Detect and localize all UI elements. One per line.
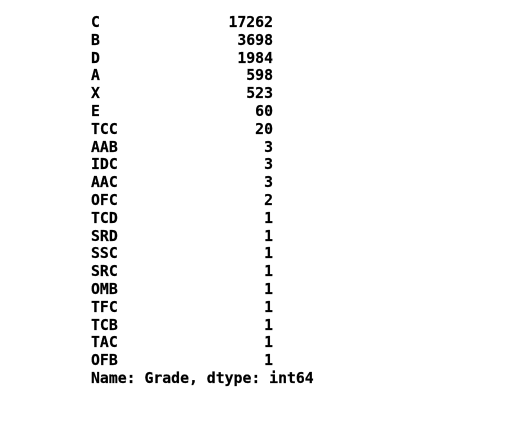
row-count-value: 1	[264, 209, 273, 227]
series-row: A 598	[91, 67, 273, 85]
row-count-value: 3	[264, 174, 273, 192]
series-row: OFC 2	[91, 192, 273, 210]
series-row: TCB 1	[91, 316, 273, 335]
row-count-value: 1	[264, 298, 273, 316]
series-footer: Name: Grade, dtype: int64	[91, 369, 314, 387]
series-row: TCD 1	[91, 210, 273, 228]
row-count-value: 1	[264, 352, 273, 370]
row-count-value: 1	[264, 280, 273, 298]
row-count-value: 3	[264, 156, 273, 174]
series-row: AAB 3	[91, 138, 273, 157]
series-row: B 3698	[91, 32, 273, 50]
series-row: X 523	[91, 85, 273, 103]
series-row: E 60	[91, 103, 273, 121]
series-row: TAC 1	[91, 334, 273, 352]
row-count-value: 3	[264, 138, 273, 156]
series-rows: C 17262 B 3698 D 1984 A 598 X 523 E 60 TCC 20 AAB 3 IDC 3…	[91, 14, 273, 370]
series-row: D 1984	[91, 49, 273, 68]
row-count-value: 523	[246, 85, 273, 103]
row-count-value: 3698	[237, 31, 273, 49]
series-row: OMB 1	[91, 281, 273, 299]
row-count-value: 20	[255, 120, 273, 138]
series-row: AAC 3	[91, 174, 273, 192]
row-count-value: 1	[264, 227, 273, 245]
series-row: TCC 20	[91, 121, 273, 139]
series-row: C 17262	[91, 14, 273, 32]
series-output: C 17262 B 3698 D 1984 A 598 X 523 E 60 TCC 20 AAB 3 IDC 3…	[91, 14, 314, 388]
row-count-value: 1	[264, 245, 273, 263]
series-row: IDC 3	[91, 156, 273, 174]
row-count-value: 1	[264, 263, 273, 281]
row-count-value: 1984	[237, 49, 273, 67]
row-count-value: 1	[264, 316, 273, 334]
row-count-value: 17262	[228, 14, 273, 31]
row-count-value: 598	[246, 67, 273, 85]
series-row: OFB 1	[91, 352, 273, 370]
row-count-value: 2	[264, 191, 273, 209]
row-count-value: 1	[264, 334, 273, 352]
row-count-value: 60	[255, 102, 273, 120]
series-row: SRD 1	[91, 227, 273, 246]
series-row: SRC 1	[91, 263, 273, 281]
series-row: SSC 1	[91, 245, 273, 263]
series-row: TFC 1	[91, 299, 273, 317]
